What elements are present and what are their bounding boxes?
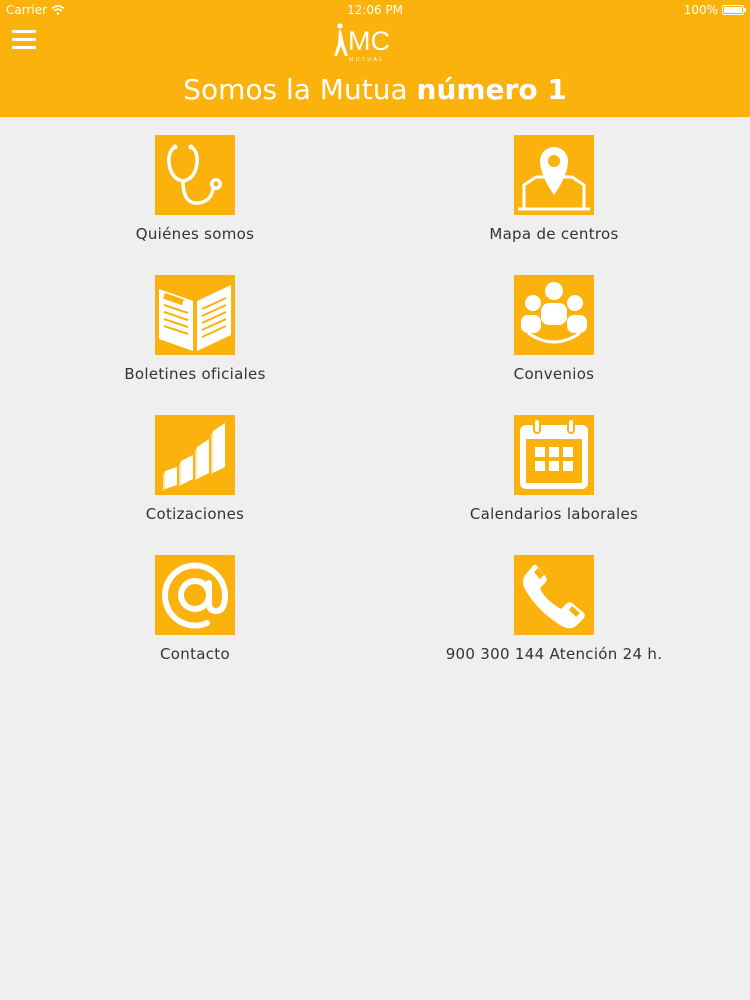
phone-icon: [523, 564, 585, 629]
tile-quienes-somos[interactable]: Quiénes somos: [65, 117, 325, 247]
calendar-icon: [520, 418, 588, 489]
group-icon: [521, 282, 587, 344]
tile-mapa-de-centros[interactable]: Mapa de centros: [424, 117, 684, 247]
svg-text:MC: MC: [348, 26, 390, 56]
tile-boletines-oficiales[interactable]: Boletines oficiales: [65, 257, 325, 387]
tile-telefono-atencion[interactable]: 900 300 144 Atención 24 h.: [424, 537, 684, 667]
battery-indicator: 100%: [683, 3, 746, 17]
map-pin-icon: [518, 147, 590, 211]
tile-label: Convenios: [513, 365, 595, 383]
bar-chart-icon: [163, 423, 225, 491]
tile-label: Quiénes somos: [135, 225, 255, 243]
tile-contacto[interactable]: Contacto: [65, 537, 325, 667]
tile-label: Contacto: [160, 645, 230, 663]
status-time: 12:06 PM: [347, 3, 403, 17]
headline-bold: número 1: [416, 73, 567, 106]
svg-text:MUTUAL: MUTUAL: [349, 57, 385, 63]
headline-regular: Somos la Mutua: [183, 73, 408, 106]
battery-icon: [722, 5, 746, 15]
at-sign-icon: [162, 562, 229, 629]
hamburger-menu-button[interactable]: [12, 30, 36, 50]
tile-calendarios-laborales[interactable]: Calendarios laborales: [424, 397, 684, 527]
tile-convenios[interactable]: Convenios: [424, 257, 684, 387]
tile-label: Boletines oficiales: [124, 365, 266, 383]
tile-label: Calendarios laborales: [469, 505, 639, 523]
tile-label: 900 300 144 Atención 24 h.: [445, 645, 663, 663]
status-bar: Carrier 12:06 PM 100%: [0, 0, 750, 20]
battery-label: 100%: [683, 3, 718, 17]
app-header: Carrier 12:06 PM 100% MC MUTUAL Somos la…: [0, 0, 750, 117]
stethoscope-icon: [167, 144, 222, 205]
headline: Somos la Mutua número 1: [0, 70, 750, 110]
mc-mutual-logo: MC MUTUAL: [334, 23, 390, 63]
tile-label: Cotizaciones: [145, 505, 245, 523]
open-book-icon: [159, 285, 231, 351]
tile-label: Mapa de centros: [489, 225, 619, 243]
tile-cotizaciones[interactable]: Cotizaciones: [65, 397, 325, 527]
